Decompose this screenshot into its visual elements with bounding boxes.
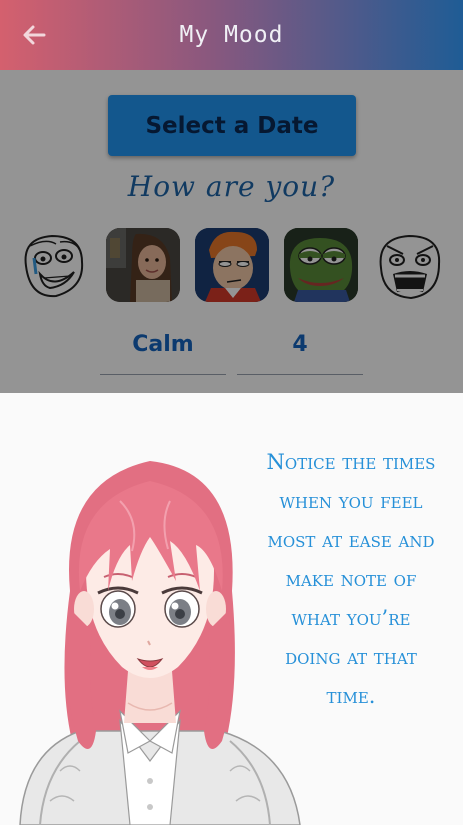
mood-question: How are you? (127, 170, 336, 203)
tip-text: Notice the times when you feel most at e… (266, 450, 436, 708)
mood-name-field[interactable]: Calm (100, 330, 226, 375)
anime-girl-illustration (19, 461, 301, 825)
mood-option-fry[interactable] (195, 228, 269, 302)
rage-face-icon (379, 234, 441, 300)
mood-form: Select a Date How are you? Calm 4 (0, 70, 463, 463)
disaster-girl-face-icon (106, 228, 180, 302)
mood-option-disaster-girl[interactable] (106, 228, 180, 302)
pepe-frog-face-icon (284, 228, 358, 302)
page-title: My Mood (179, 22, 284, 48)
mood-option-rage[interactable] (373, 228, 447, 302)
tip-panel: Notice the times when you feel most at e… (0, 393, 463, 825)
mood-option-pepe[interactable] (284, 228, 358, 302)
fry-squint-face-icon (195, 228, 269, 302)
select-date-button[interactable]: Select a Date (108, 95, 356, 156)
mood-option-happy[interactable] (16, 228, 90, 302)
mood-level-field[interactable]: 4 (237, 330, 363, 375)
happy-meme-face-icon (24, 234, 84, 298)
app-bar: My Mood (0, 0, 463, 70)
